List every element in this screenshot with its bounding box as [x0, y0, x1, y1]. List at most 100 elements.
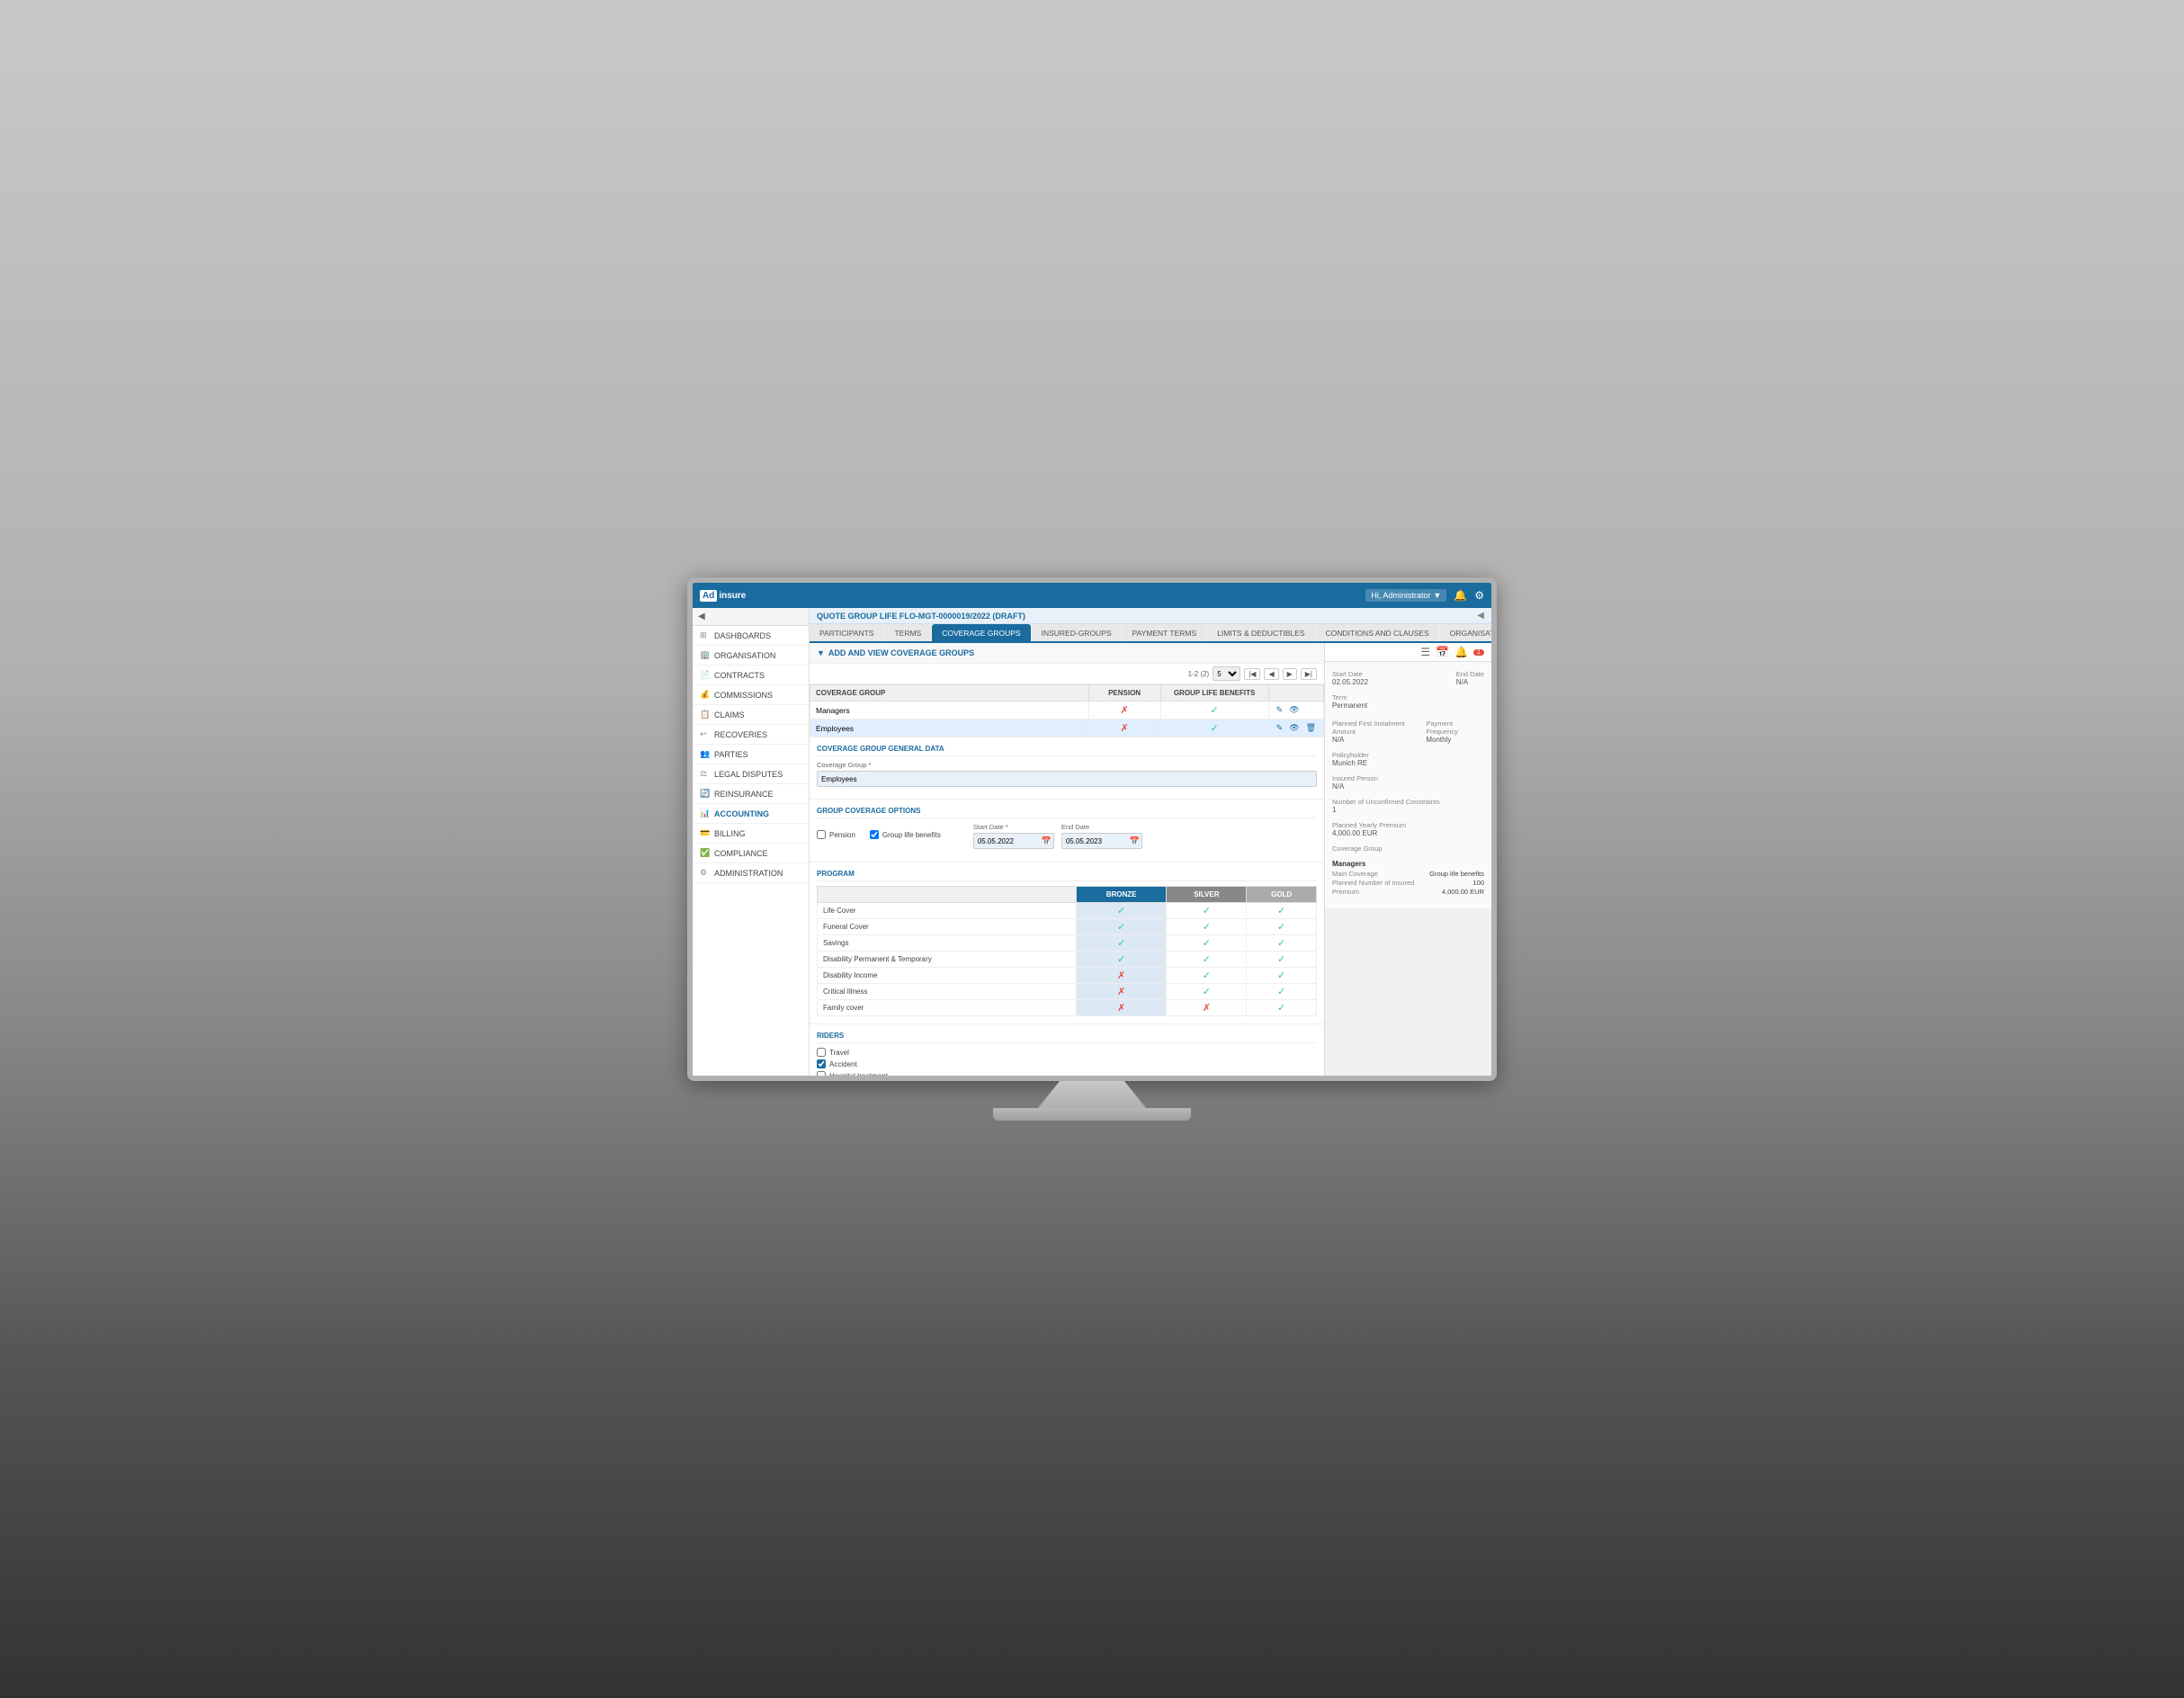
edit-row-button[interactable]: ✎ [1275, 722, 1285, 734]
per-page-select[interactable]: 5 10 [1213, 666, 1240, 681]
sidebar-item-dashboards[interactable]: ⊞ DASHBOARDS [693, 626, 809, 646]
tab-insured-groups[interactable]: INSURED-GROUPS [1032, 624, 1122, 641]
hospital-checkbox[interactable] [817, 1071, 826, 1076]
view-row-button[interactable]: 👁 [1287, 722, 1301, 734]
table-row: Disability Income ✗ ✓ ✓ [818, 968, 1317, 984]
tab-coverage-groups[interactable]: COVERAGE GROUPS [932, 624, 1030, 641]
check-icon: ✓ [1117, 954, 1125, 965]
edit-row-button[interactable]: ✎ [1275, 704, 1285, 716]
unconfirmed-section: Number of Unconfirmed Constraints 1 [1332, 798, 1484, 814]
billing-icon: 💳 [700, 828, 711, 838]
table-row[interactable]: Managers ✗ ✓ ✎ 👁 [810, 702, 1324, 719]
pension-checkbox-row: Pension [817, 830, 855, 839]
sidebar-item-recoveries[interactable]: ↩ RECOVERIES [693, 725, 809, 745]
main-coverage-value: Group life benefits [1429, 870, 1484, 878]
travel-checkbox[interactable] [817, 1048, 826, 1057]
planned-yearly-section: Planned Yearly Premium 4,000.00 EUR [1332, 821, 1484, 837]
sidebar-item-contracts[interactable]: 📄 CONTRACTS [693, 666, 809, 685]
sidebar-item-label: LEGAL DISPUTES [714, 770, 783, 779]
notification-badge: 1 [1473, 649, 1484, 656]
view-row-button[interactable]: 👁 [1287, 704, 1301, 716]
end-date-label: End Date [1456, 670, 1484, 678]
row-group-life: ✓ [1160, 702, 1268, 719]
group-coverage-title: GROUP COVERAGE OPTIONS [817, 807, 1317, 818]
sidebar-item-parties[interactable]: 👥 PARTIES [693, 745, 809, 764]
sidebar-item-accounting[interactable]: 📊 ACCOUNTING [693, 804, 809, 824]
sidebar-item-legal-disputes[interactable]: ⚖ LEGAL DISPUTES [693, 764, 809, 784]
breadcrumb-close-button[interactable]: ◀ [1477, 611, 1484, 621]
check-icon: ✓ [1277, 906, 1285, 916]
policyholder-section: Policyholder Munich RE [1332, 751, 1484, 767]
planned-first-section: Planned First Instalment Amount N/A Paym… [1332, 717, 1484, 744]
insured-person-value: N/A [1332, 782, 1484, 791]
prog-silver-cell: ✗ [1167, 1000, 1247, 1016]
calendar-header-icon[interactable]: 📅 [1436, 646, 1449, 658]
start-date-value: 02.05.2022 [1332, 678, 1368, 686]
start-date-section: Start Date 02.05.2022 End Date N/A [1332, 667, 1484, 686]
tab-payment-terms[interactable]: PAYMENT TERMS [1123, 624, 1207, 641]
pension-label: Pension [829, 831, 855, 839]
sidebar-item-commissions[interactable]: 💰 COMMISSIONS [693, 685, 809, 705]
table-row[interactable]: Employees ✗ ✓ ✎ 👁 🗑 [810, 719, 1324, 737]
sidebar-item-administration[interactable]: ⚙ ADMINISTRATION [693, 863, 809, 883]
accident-rider-row: Accident [817, 1059, 1317, 1068]
pager-next-button[interactable]: ▶ [1283, 668, 1297, 680]
group-life-checkbox[interactable] [870, 830, 879, 839]
coverage-groups-section-header[interactable]: ▼ ADD AND VIEW COVERAGE GROUPS [810, 643, 1324, 664]
prog-row-name: Family cover [818, 1000, 1077, 1016]
sidebar-toggle[interactable]: ◀ [693, 608, 809, 626]
prog-silver-cell: ✓ [1167, 919, 1247, 935]
end-date-value: N/A [1456, 678, 1484, 686]
tab-terms[interactable]: TERMS [884, 624, 931, 641]
logo-ad: Ad [700, 590, 717, 602]
prog-row-name: Disability Income [818, 968, 1077, 984]
premium-row: Premium 4,000.00 EUR [1332, 888, 1484, 896]
check-icon: ✅ [700, 848, 711, 858]
top-nav-right: Hi, Administrator ▼ 🔔 ⚙ [1365, 589, 1484, 602]
coverage-group-input[interactable] [817, 771, 1317, 787]
planned-yearly-label: Planned Yearly Premium [1332, 821, 1484, 829]
pager-prev-button[interactable]: ◀ [1264, 668, 1278, 680]
prog-row-name: Life Cover [818, 903, 1077, 919]
chevron-down-icon: ▼ [1433, 591, 1441, 600]
prog-bronze-cell: ✓ [1076, 919, 1167, 935]
pager-first-button[interactable]: |◀ [1244, 668, 1260, 680]
check-icon: ✓ [1203, 906, 1211, 916]
pension-checkbox[interactable] [817, 830, 826, 839]
sidebar-item-claims[interactable]: 📋 CLAIMS [693, 705, 809, 725]
payment-freq-label: Payment Frequency [1426, 719, 1484, 736]
bell-icon[interactable]: 🔔 [1454, 589, 1467, 602]
bell-header-icon[interactable]: 🔔 [1455, 646, 1468, 658]
program-table: BRONZE SILVER GOLD Life Cover ✓ [817, 886, 1317, 1016]
tab-limits-deductibles[interactable]: LIMITS & DEDUCTIBLES [1207, 624, 1314, 641]
travel-rider-row: Travel [817, 1048, 1317, 1057]
sidebar-item-organisation[interactable]: 🏢 ORGANISATION [693, 646, 809, 666]
prog-bronze-cell: ✓ [1076, 935, 1167, 952]
col-group-life: GROUP LIFE BENEFITS [1160, 685, 1268, 702]
sidebar-item-compliance[interactable]: ✅ COMPLIANCE [693, 844, 809, 863]
table-row: Savings ✓ ✓ ✓ [818, 935, 1317, 952]
coverage-group-rp-label: Coverage Group [1332, 845, 1484, 853]
accident-checkbox[interactable] [817, 1059, 826, 1068]
settings-icon[interactable]: ⚙ [1474, 589, 1484, 602]
menu-icon[interactable]: ☰ [1420, 646, 1430, 658]
program-title: PROGRAM [817, 870, 1317, 881]
check-icon: ✓ [1210, 705, 1218, 716]
sidebar-item-billing[interactable]: 💳 BILLING [693, 824, 809, 844]
pager-last-button[interactable]: ▶| [1301, 668, 1317, 680]
prog-silver-cell: ✓ [1167, 968, 1247, 984]
cross-icon: ✗ [1120, 705, 1128, 716]
sidebar-item-label: COMMISSIONS [714, 691, 773, 700]
sidebar-item-label: CLAIMS [714, 710, 745, 719]
tab-organisation[interactable]: ORGANISATION [1440, 624, 1491, 641]
sidebar-item-reinsurance[interactable]: 🔄 REINSURANCE [693, 784, 809, 804]
left-panel: ▼ ADD AND VIEW COVERAGE GROUPS 1-2 (2) 5… [810, 643, 1325, 1076]
tab-conditions-clauses[interactable]: CONDITIONS AND CLAUSES [1316, 624, 1439, 641]
tab-participants[interactable]: PARTICIPANTS [810, 624, 883, 641]
delete-row-button[interactable]: 🗑 [1304, 722, 1318, 734]
prog-col-bronze: BRONZE [1076, 887, 1167, 903]
table-row: Family cover ✗ ✗ ✓ [818, 1000, 1317, 1016]
user-menu-button[interactable]: Hi, Administrator ▼ [1365, 589, 1446, 602]
calendar-icon: 📅 [1042, 836, 1052, 846]
unconfirmed-value: 1 [1332, 806, 1484, 814]
